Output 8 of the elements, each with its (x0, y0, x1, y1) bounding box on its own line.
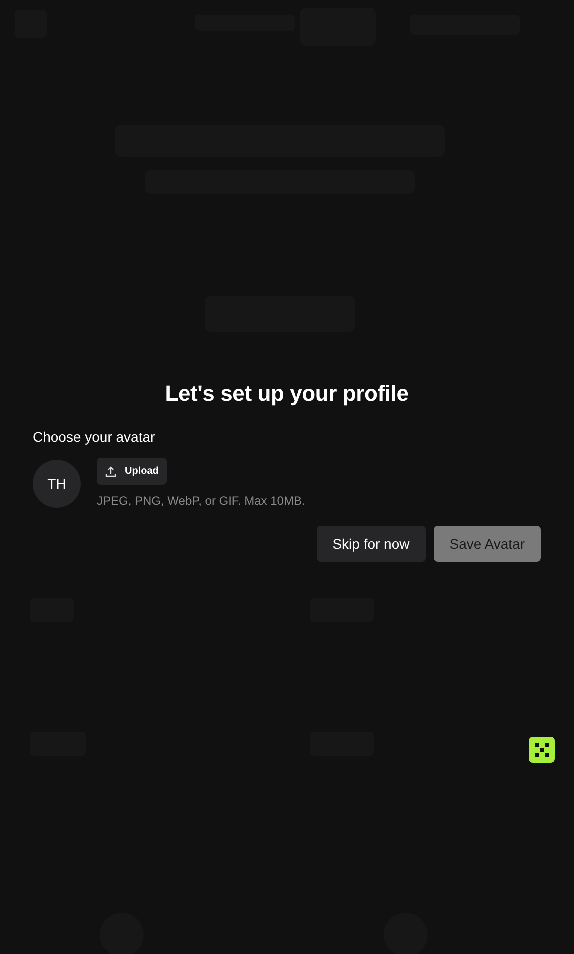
avatar: TH (33, 460, 81, 508)
section-label: Choose your avatar (33, 429, 156, 445)
file-hint: JPEG, PNG, WebP, or GIF. Max 10MB. (97, 494, 306, 508)
skip-button[interactable]: Skip for now (316, 526, 426, 562)
upload-icon (105, 466, 117, 478)
grid-icon[interactable] (529, 737, 555, 763)
dialog-title: Let's set up your profile (165, 381, 409, 407)
upload-button[interactable]: Upload (97, 458, 167, 485)
